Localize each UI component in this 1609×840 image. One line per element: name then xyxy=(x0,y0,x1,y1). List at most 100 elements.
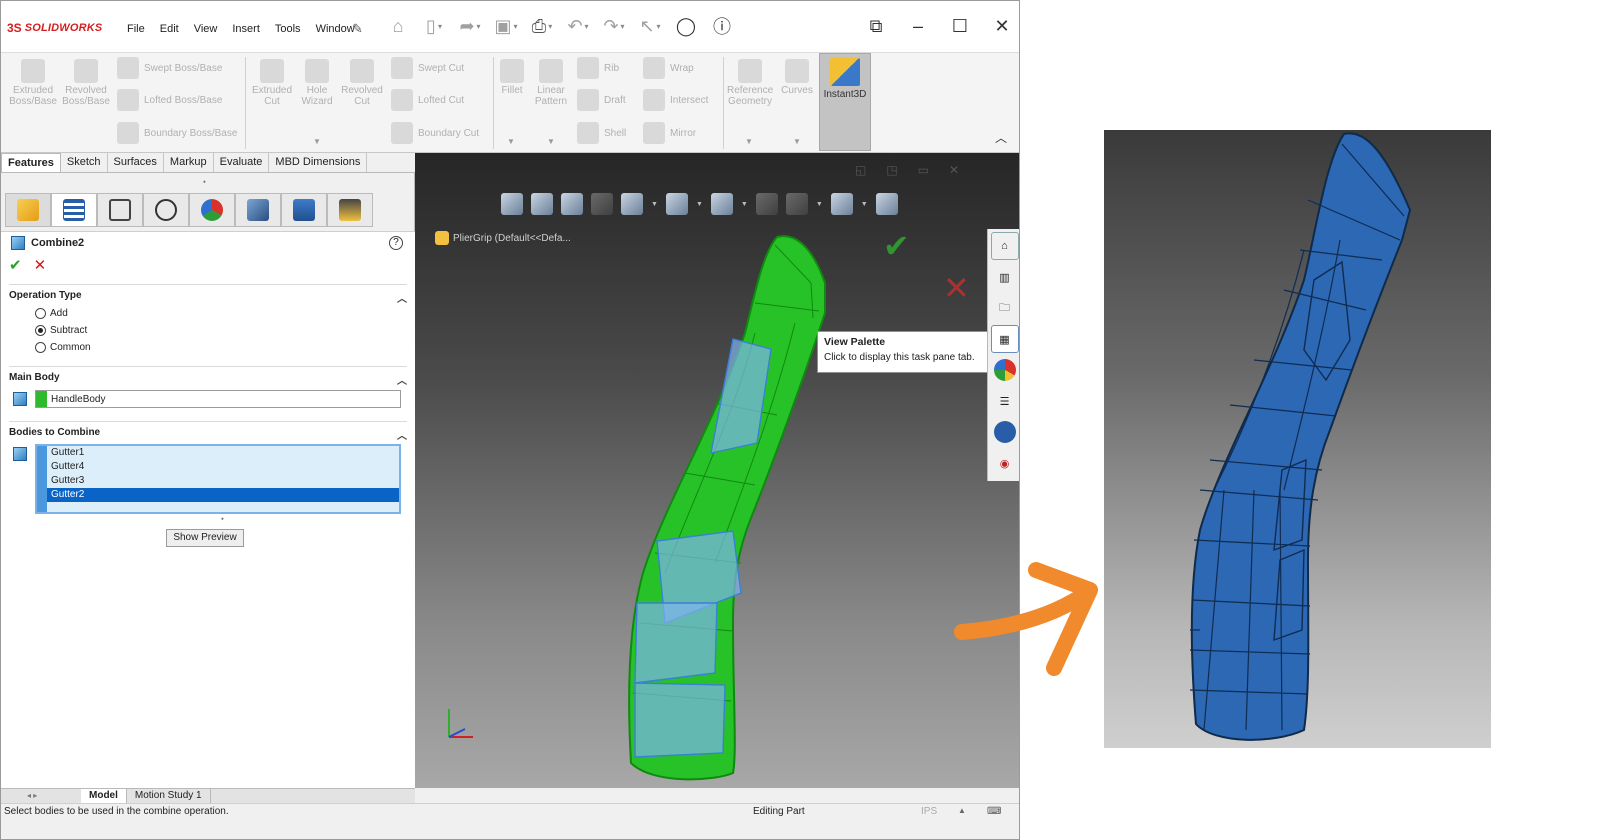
list-item[interactable]: Gutter3 xyxy=(37,474,399,488)
main-body-field[interactable]: HandleBody xyxy=(35,390,401,408)
bodies-to-combine-header[interactable]: Bodies to Combine ︿ xyxy=(9,421,407,442)
design-library-icon[interactable]: ▥ xyxy=(991,263,1019,291)
tab-mbd-dimensions[interactable]: MBD Dimensions xyxy=(269,153,368,172)
custom-properties-icon[interactable]: ☰ xyxy=(991,387,1019,415)
boundary-cut-button[interactable]: Boundary Cut xyxy=(391,122,479,144)
lofted-boss-button[interactable]: Lofted Boss/Base xyxy=(117,89,222,111)
reference-geometry-button[interactable]: Reference Geometry xyxy=(727,59,773,107)
tab-sketch[interactable]: Sketch xyxy=(61,153,108,172)
hole-wizard-button[interactable]: Hole Wizard xyxy=(297,59,337,107)
undo-icon[interactable]: ↶ ▾ xyxy=(565,13,591,39)
pattern-dropdown-icon[interactable]: ▼ xyxy=(547,137,555,146)
mirror-button[interactable]: Mirror xyxy=(643,122,696,144)
rebuild-status-icon[interactable]: ⌨ xyxy=(987,806,1001,817)
toolbox-manager-tab[interactable] xyxy=(327,193,373,227)
solidworks-forum-icon[interactable] xyxy=(991,418,1019,446)
property-manager-tab[interactable] xyxy=(51,193,97,227)
dimxpert-manager-tab[interactable] xyxy=(143,193,189,227)
select-arrow-icon[interactable]: ↖ ▾ xyxy=(637,13,663,39)
menu-insert[interactable]: Insert xyxy=(232,23,260,35)
tab-markup[interactable]: Markup xyxy=(164,153,214,172)
file-explorer-icon[interactable]: 🗀 xyxy=(991,294,1019,322)
tab-model[interactable]: Model xyxy=(81,789,127,803)
shell-button[interactable]: Shell xyxy=(577,122,626,144)
linear-pattern-button[interactable]: Linear Pattern xyxy=(531,59,571,107)
cam-manager-tab[interactable] xyxy=(235,193,281,227)
units-up-arrow-icon[interactable]: ▲ xyxy=(958,806,966,815)
boundary-boss-button[interactable]: Boundary Boss/Base xyxy=(117,122,237,144)
restore-panel-icon[interactable]: ⧉ xyxy=(865,15,887,37)
operation-add-radio[interactable]: Add xyxy=(35,308,68,319)
cancel-button[interactable]: ✕ xyxy=(34,256,47,274)
fillet-dropdown-icon[interactable]: ▼ xyxy=(507,137,515,146)
redo-icon[interactable]: ↷ ▾ xyxy=(601,13,627,39)
curves-dropdown-icon[interactable]: ▼ xyxy=(793,137,801,146)
help-icon[interactable]: ⓘ xyxy=(709,13,735,39)
refgeom-dropdown-icon[interactable]: ▼ xyxy=(745,137,753,146)
show-preview-button[interactable]: Show Preview xyxy=(166,529,244,547)
collapse-chevron-icon[interactable]: ︿ xyxy=(397,427,407,442)
swept-cut-button[interactable]: Swept Cut xyxy=(391,57,464,79)
grip-model-3d[interactable] xyxy=(415,153,1020,788)
revolved-cut-button[interactable]: Revolved Cut xyxy=(339,59,385,107)
panel-resize-grip-icon[interactable]: ⬩ xyxy=(203,177,206,187)
curves-button[interactable]: Curves xyxy=(779,59,815,96)
feature-manager-tab[interactable] xyxy=(5,193,51,227)
save-icon[interactable]: ▣ ▾ xyxy=(493,13,519,39)
extruded-cut-button[interactable]: Extruded Cut xyxy=(249,59,295,107)
draft-button[interactable]: Draft xyxy=(577,89,626,111)
tab-surfaces[interactable]: Surfaces xyxy=(108,153,164,172)
rib-button[interactable]: Rib xyxy=(577,57,619,79)
main-body-header[interactable]: Main Body ︿ xyxy=(9,366,407,387)
list-resize-grip-icon[interactable]: ⬩ xyxy=(221,514,224,524)
pin-icon[interactable]: ✎ xyxy=(352,21,363,37)
menu-window[interactable]: Window xyxy=(316,23,355,35)
menu-view[interactable]: View xyxy=(194,23,218,35)
tab-features[interactable]: Features xyxy=(1,153,61,172)
solidworks-logo[interactable]: 3S SOLIDWORKS xyxy=(7,21,102,35)
solidworks-resources-icon[interactable]: ⌂ xyxy=(990,232,1019,260)
collapse-ribbon-icon[interactable]: ︿ xyxy=(995,129,1007,146)
mold-manager-tab[interactable] xyxy=(281,193,327,227)
list-item[interactable]: Gutter1 xyxy=(37,446,399,460)
lofted-cut-button[interactable]: Lofted Cut xyxy=(391,89,464,111)
menu-edit[interactable]: Edit xyxy=(160,23,179,35)
open-icon[interactable]: ➦ ▾ xyxy=(457,13,483,39)
close-icon[interactable]: ✕ xyxy=(991,15,1013,37)
maximize-icon[interactable]: ☐ xyxy=(949,15,971,37)
home-icon[interactable]: ⌂ xyxy=(385,13,411,39)
collapse-chevron-icon[interactable]: ︿ xyxy=(397,290,407,305)
configuration-manager-tab[interactable] xyxy=(97,193,143,227)
instant3d-button[interactable]: Instant3D xyxy=(819,53,871,151)
operation-common-radio[interactable]: Common xyxy=(35,342,91,353)
fillet-button[interactable]: Fillet xyxy=(497,59,527,96)
list-item-selected[interactable]: Gutter2 xyxy=(37,488,399,502)
operation-type-header[interactable]: Operation Type ︿ xyxy=(9,284,407,305)
units-selector[interactable]: IPS xyxy=(921,806,937,817)
menu-file[interactable]: File xyxy=(127,23,145,35)
tab-evaluate[interactable]: Evaluate xyxy=(214,153,270,172)
ok-button[interactable]: ✔ xyxy=(9,256,22,274)
operation-subtract-radio[interactable]: Subtract xyxy=(35,325,87,336)
graphics-area[interactable]: ◱ ◳ ▭ ✕ ▼ ▼ ▼ ▼ ▼ PlierGrip (Default<<De… xyxy=(415,153,1020,788)
new-document-icon[interactable]: ▯ ▾ xyxy=(421,13,447,39)
menu-tools[interactable]: Tools xyxy=(275,23,301,35)
plastics-icon[interactable]: ◉ xyxy=(991,449,1019,477)
user-icon[interactable]: ◯ xyxy=(673,13,699,39)
collapse-chevron-icon[interactable]: ︿ xyxy=(397,372,407,387)
hole-dropdown-icon[interactable]: ▼ xyxy=(313,137,321,146)
tab-motion-study[interactable]: Motion Study 1 xyxy=(127,789,211,803)
minimize-icon[interactable]: – xyxy=(907,15,929,37)
extruded-boss-button[interactable]: Extruded Boss/Base xyxy=(9,59,57,107)
help-button[interactable]: ? xyxy=(389,236,403,250)
bodies-list[interactable]: Gutter1 Gutter4 Gutter3 Gutter2 xyxy=(35,444,401,514)
wrap-button[interactable]: Wrap xyxy=(643,57,694,79)
revolved-boss-button[interactable]: Revolved Boss/Base xyxy=(61,59,111,107)
print-icon[interactable]: ⎙ ▾ xyxy=(529,13,555,39)
list-item[interactable]: Gutter4 xyxy=(37,460,399,474)
tab-scroll-arrows-icon[interactable]: ◂ ▸ xyxy=(1,789,81,803)
intersect-button[interactable]: Intersect xyxy=(643,89,708,111)
view-palette-icon[interactable]: ▦ xyxy=(990,325,1019,353)
appearances-scenes-icon[interactable] xyxy=(991,356,1019,384)
swept-boss-button[interactable]: Swept Boss/Base xyxy=(117,57,222,79)
